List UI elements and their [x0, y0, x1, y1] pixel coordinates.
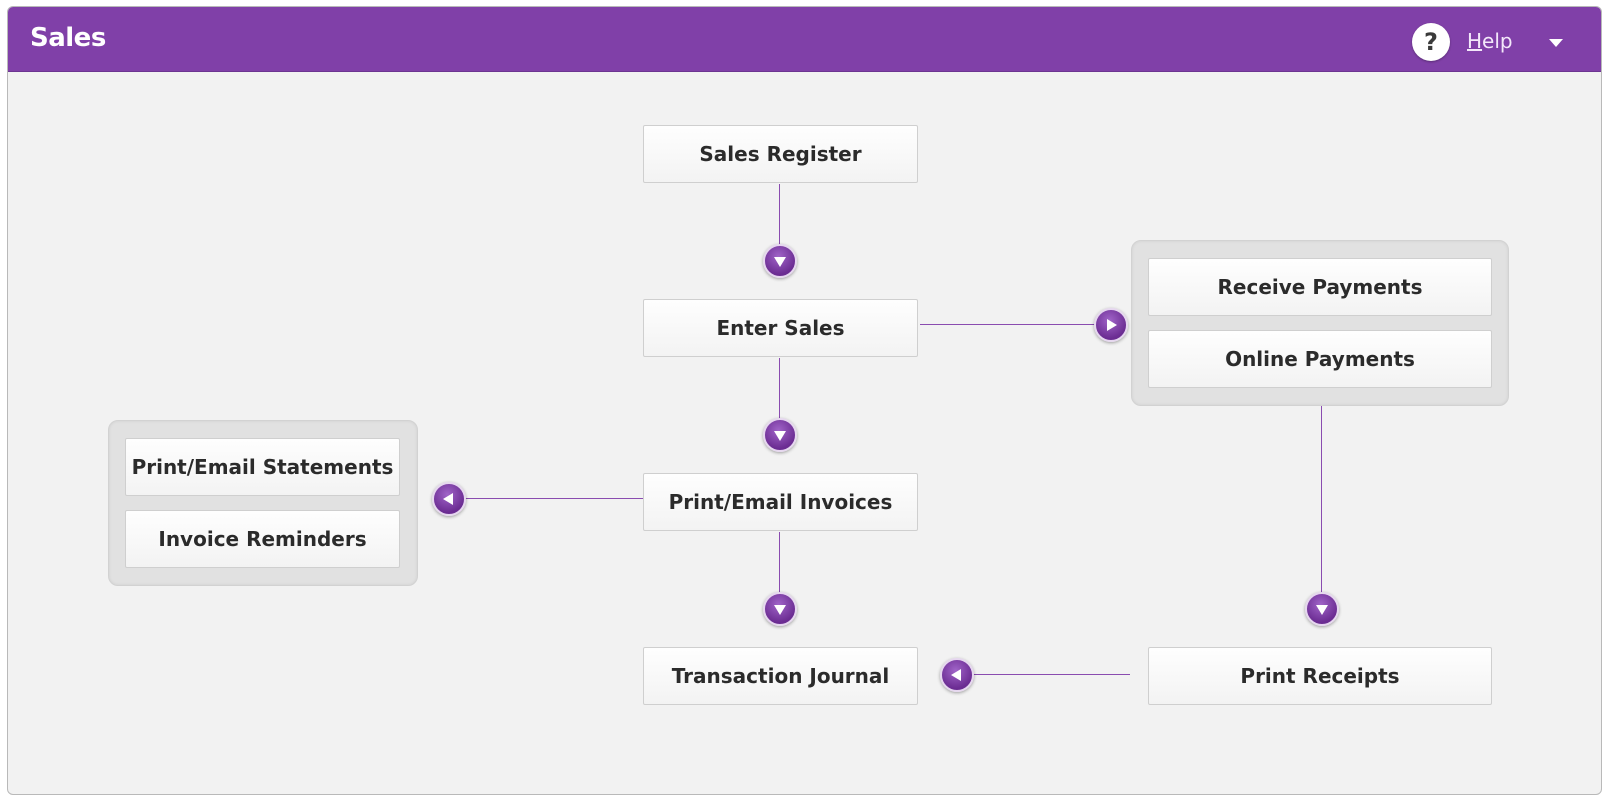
- connector-invoices-to-statements: [462, 498, 643, 499]
- online-payments-button[interactable]: Online Payments: [1148, 330, 1492, 388]
- arrow-down-icon: [763, 592, 797, 626]
- arrow-down-icon: [763, 244, 797, 278]
- transaction-journal-button[interactable]: Transaction Journal: [643, 647, 918, 705]
- arrow-left-icon: [940, 658, 974, 692]
- sales-register-button[interactable]: Sales Register: [643, 125, 918, 183]
- receive-payments-button[interactable]: Receive Payments: [1148, 258, 1492, 316]
- connector-register-to-enter: [779, 184, 780, 246]
- arrow-right-icon: [1094, 308, 1128, 342]
- arrow-down-icon: [763, 418, 797, 452]
- connector-payments-to-receipts: [1321, 406, 1322, 594]
- print-email-statements-button[interactable]: Print/Email Statements: [125, 438, 400, 496]
- help-label-prefix: H: [1467, 29, 1483, 53]
- chevron-down-icon[interactable]: [1549, 39, 1563, 47]
- invoice-reminders-button[interactable]: Invoice Reminders: [125, 510, 400, 568]
- sales-panel: Sales ? Help Sales Register Enter Sales …: [7, 6, 1602, 795]
- page-title: Sales: [30, 23, 106, 53]
- arrow-left-icon: [432, 482, 466, 516]
- connector-enter-to-payments: [920, 324, 1095, 325]
- connector-enter-to-invoices: [779, 358, 780, 420]
- connector-invoices-to-journal: [779, 532, 780, 594]
- print-email-invoices-button[interactable]: Print/Email Invoices: [643, 473, 918, 531]
- print-receipts-button[interactable]: Print Receipts: [1148, 647, 1492, 705]
- connector-receipts-to-journal: [970, 674, 1130, 675]
- enter-sales-button[interactable]: Enter Sales: [643, 299, 918, 357]
- help-link[interactable]: Help: [1467, 29, 1513, 53]
- help-label-rest: elp: [1482, 29, 1513, 53]
- title-bar: Sales ? Help: [8, 7, 1601, 72]
- question-icon[interactable]: ?: [1412, 23, 1450, 61]
- arrow-down-icon: [1305, 592, 1339, 626]
